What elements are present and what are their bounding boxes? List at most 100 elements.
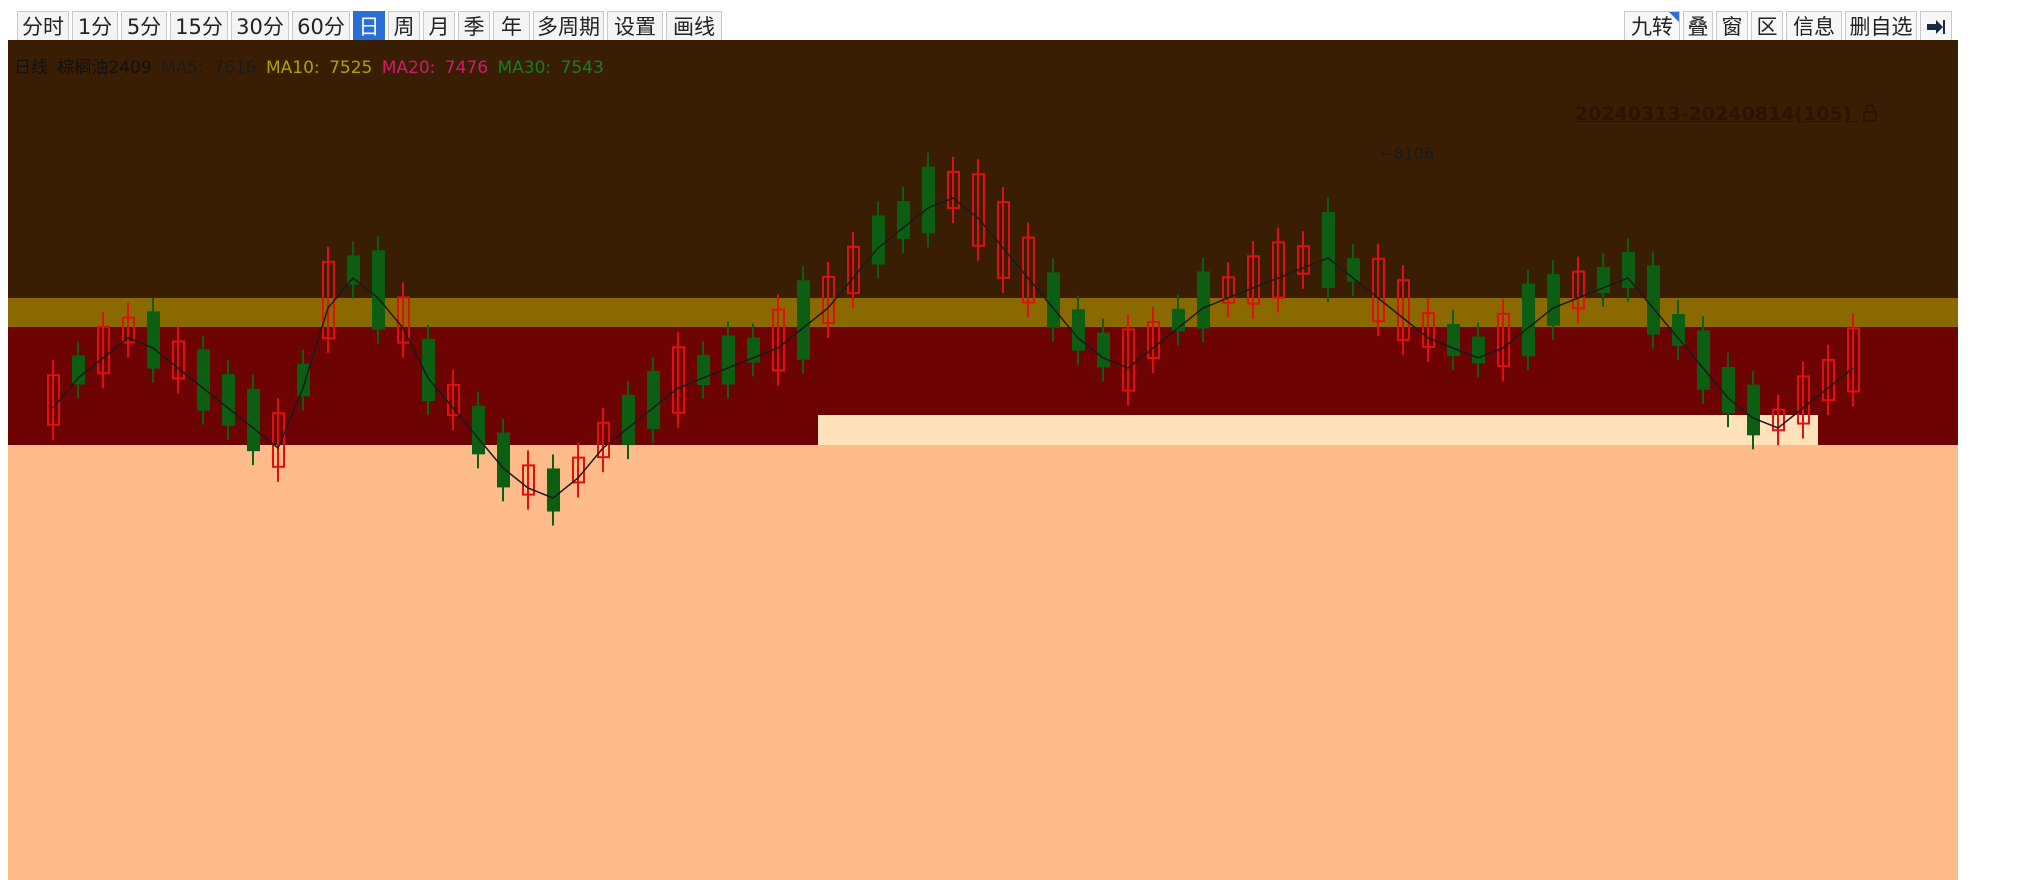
candlestick-layer: [47, 152, 1860, 526]
ma30-label: MA30:: [497, 58, 552, 78]
period-label: 日线: [14, 58, 48, 78]
candlestick: [1072, 295, 1085, 365]
candlestick: [897, 187, 910, 253]
candlestick: [197, 335, 210, 425]
ma30-value: 7543: [560, 58, 604, 78]
period-button-quarter[interactable]: 季: [458, 11, 490, 41]
candlestick: [272, 398, 285, 482]
multi-period-button[interactable]: 多周期: [533, 11, 604, 41]
candlestick: [797, 266, 810, 374]
kline-chart[interactable]: 8169 7901: [8, 40, 1958, 880]
candlestick: [1122, 314, 1135, 406]
ma10-value: 7525: [329, 58, 373, 78]
range-button[interactable]: 区: [1751, 11, 1783, 41]
period-button-fenshi[interactable]: 分时: [17, 11, 69, 41]
candlestick: [122, 302, 135, 358]
candlestick: [347, 241, 360, 299]
draw-line-button[interactable]: 画线: [666, 11, 722, 41]
period-button-15min[interactable]: 15分: [170, 11, 228, 41]
candlestick: [1197, 257, 1210, 343]
candlestick: [1272, 227, 1285, 313]
period-button-day[interactable]: 日: [353, 11, 385, 41]
candlestick: [1847, 313, 1860, 407]
candlestick: [1822, 344, 1835, 416]
candlestick: [922, 152, 935, 248]
ma5-label: MA5:: [161, 58, 204, 78]
candlestick: [972, 159, 985, 261]
selected-range-label[interactable]: 20240313-20240814(105): [1575, 103, 1878, 125]
period-button-5min[interactable]: 5分: [121, 11, 167, 41]
candlestick: [322, 246, 335, 354]
info-button[interactable]: 信息: [1786, 11, 1842, 41]
candlestick: [522, 450, 535, 510]
candlestick: [97, 311, 110, 389]
candlestick: [697, 340, 710, 400]
period-toolbar: 分时 1分 5分 15分 30分 60分 日 周 月 季 年 多周期 设置 画线…: [0, 11, 2019, 43]
candlestick: [1047, 258, 1060, 342]
candlestick: [1672, 300, 1685, 360]
candlestick: [572, 442, 585, 498]
remove-watchlist-button[interactable]: 删自选: [1845, 11, 1917, 41]
candlestick: [1097, 318, 1110, 382]
peak-arrow-icon: ←: [1380, 144, 1394, 163]
candlestick: [997, 187, 1010, 293]
ma20-label: MA20:: [381, 58, 436, 78]
candlestick: [1397, 265, 1410, 355]
candlestick: [1347, 244, 1360, 296]
jiuzhuan-button[interactable]: 九转: [1624, 11, 1680, 41]
candlestick: [1597, 253, 1610, 307]
window-button[interactable]: 窗: [1716, 11, 1748, 41]
exit-button[interactable]: [1920, 11, 1952, 41]
candlestick: [1772, 394, 1785, 446]
candlestick: [1172, 294, 1185, 346]
arrow-right-exit-icon: [1927, 20, 1945, 34]
peak-value: 8106: [1393, 144, 1435, 163]
candlestick: [1522, 269, 1535, 371]
candlestick: [372, 236, 385, 344]
candlestick: [672, 332, 685, 428]
symbol-label: 棕榈油2409: [57, 58, 152, 78]
candlestick: [822, 261, 835, 339]
candlestick: [772, 294, 785, 386]
period-button-1min[interactable]: 1分: [72, 11, 118, 41]
candlestick: [247, 374, 260, 466]
period-button-60min[interactable]: 60分: [292, 11, 350, 41]
candlestick: [497, 418, 510, 502]
corner-mark-icon: [1669, 12, 1679, 22]
period-button-week[interactable]: 周: [388, 11, 420, 41]
candlestick: [597, 407, 610, 473]
candlestick: [1572, 256, 1585, 324]
ma5-value: 7616: [213, 58, 257, 78]
candlestick: [1322, 198, 1335, 302]
ma10-label: MA10:: [266, 58, 320, 78]
candlestick: [1022, 222, 1035, 318]
candlestick: [1422, 298, 1435, 362]
candlestick: [547, 454, 560, 526]
candlestick: [447, 369, 460, 431]
candlestick: [1497, 298, 1510, 382]
candlestick: [1222, 262, 1235, 318]
lock-icon: [1863, 104, 1878, 122]
candlestick: [947, 156, 960, 224]
candlestick: [722, 321, 735, 399]
settings-button[interactable]: 设置: [607, 11, 663, 41]
candlestick: [397, 282, 410, 358]
candlestick: [1247, 241, 1260, 319]
candlestick: [1647, 251, 1660, 349]
candlestick: [1747, 370, 1760, 450]
candlestick: [622, 380, 635, 460]
candlestick: [1697, 316, 1710, 404]
kline-window: 分时 1分 5分 15分 30分 60分 日 周 月 季 年 多周期 设置 画线…: [0, 0, 2019, 880]
candlestick: [147, 297, 160, 383]
candlestick: [222, 360, 235, 440]
overlay-button[interactable]: 叠: [1683, 11, 1713, 41]
moving-average-line: [52, 197, 1854, 499]
indicator-info-bar: 日线 棕榈油2409 MA5: 7616 MA10: 7525 MA20: 74…: [14, 53, 608, 78]
candlestick: [647, 356, 660, 444]
range-text: 20240313-20240814(105): [1575, 103, 1852, 125]
candlestick: [172, 326, 185, 394]
period-button-month[interactable]: 月: [423, 11, 455, 41]
period-button-30min[interactable]: 30分: [231, 11, 289, 41]
period-button-year[interactable]: 年: [493, 11, 530, 41]
candlestick: [1547, 260, 1560, 340]
